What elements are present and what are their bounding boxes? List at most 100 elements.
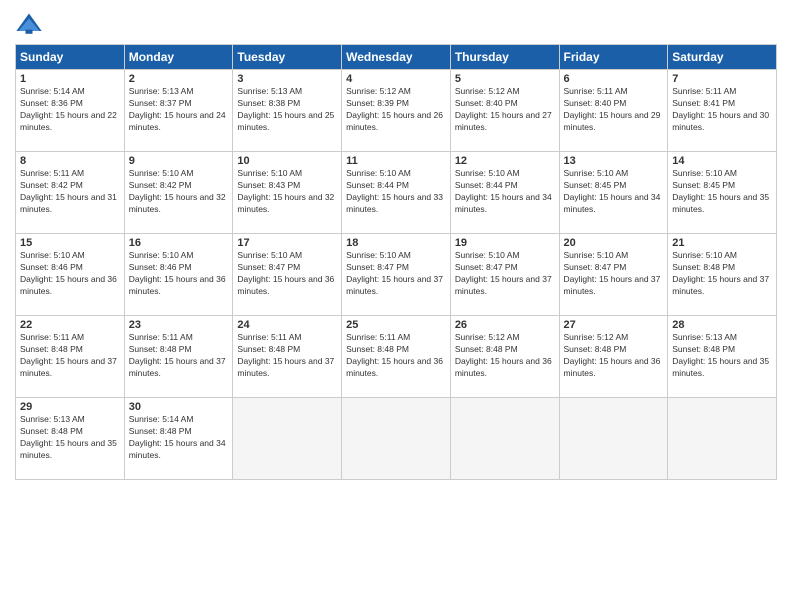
day-number: 30 bbox=[129, 401, 229, 413]
sunset-label: Sunset: 8:47 PM bbox=[346, 262, 409, 272]
sunrise-label: Sunrise: 5:10 AM bbox=[129, 168, 194, 178]
daylight-label: Daylight: 15 hours and 37 minutes. bbox=[129, 356, 226, 378]
day-cell: 23 Sunrise: 5:11 AM Sunset: 8:48 PM Dayl… bbox=[124, 316, 233, 398]
day-info: Sunrise: 5:10 AM Sunset: 8:43 PM Dayligh… bbox=[237, 168, 337, 216]
day-info: Sunrise: 5:12 AM Sunset: 8:48 PM Dayligh… bbox=[455, 332, 555, 380]
daylight-label: Daylight: 15 hours and 37 minutes. bbox=[20, 356, 117, 378]
page: SundayMondayTuesdayWednesdayThursdayFrid… bbox=[0, 0, 792, 490]
sunset-label: Sunset: 8:47 PM bbox=[455, 262, 518, 272]
sunset-label: Sunset: 8:48 PM bbox=[129, 426, 192, 436]
sunrise-label: Sunrise: 5:13 AM bbox=[672, 332, 737, 342]
day-info: Sunrise: 5:10 AM Sunset: 8:48 PM Dayligh… bbox=[672, 250, 772, 298]
day-info: Sunrise: 5:11 AM Sunset: 8:41 PM Dayligh… bbox=[672, 86, 772, 134]
sunset-label: Sunset: 8:45 PM bbox=[564, 180, 627, 190]
sunrise-label: Sunrise: 5:10 AM bbox=[346, 168, 411, 178]
sunrise-label: Sunrise: 5:11 AM bbox=[237, 332, 301, 342]
day-number: 2 bbox=[129, 73, 229, 85]
weekday-header-cell: Wednesday bbox=[342, 45, 451, 70]
daylight-label: Daylight: 15 hours and 36 minutes. bbox=[564, 356, 661, 378]
day-info: Sunrise: 5:12 AM Sunset: 8:48 PM Dayligh… bbox=[564, 332, 664, 380]
day-cell bbox=[559, 398, 668, 480]
sunset-label: Sunset: 8:42 PM bbox=[129, 180, 192, 190]
day-number: 23 bbox=[129, 319, 229, 331]
day-cell: 29 Sunrise: 5:13 AM Sunset: 8:48 PM Dayl… bbox=[16, 398, 125, 480]
sunset-label: Sunset: 8:38 PM bbox=[237, 98, 300, 108]
sunrise-label: Sunrise: 5:11 AM bbox=[129, 332, 193, 342]
day-cell: 27 Sunrise: 5:12 AM Sunset: 8:48 PM Dayl… bbox=[559, 316, 668, 398]
sunset-label: Sunset: 8:44 PM bbox=[346, 180, 409, 190]
weekday-header-cell: Sunday bbox=[16, 45, 125, 70]
day-number: 6 bbox=[564, 73, 664, 85]
daylight-label: Daylight: 15 hours and 36 minutes. bbox=[237, 274, 334, 296]
day-cell: 6 Sunrise: 5:11 AM Sunset: 8:40 PM Dayli… bbox=[559, 70, 668, 152]
sunrise-label: Sunrise: 5:11 AM bbox=[20, 168, 84, 178]
day-number: 11 bbox=[346, 155, 446, 167]
day-info: Sunrise: 5:10 AM Sunset: 8:47 PM Dayligh… bbox=[346, 250, 446, 298]
day-info: Sunrise: 5:10 AM Sunset: 8:47 PM Dayligh… bbox=[455, 250, 555, 298]
weekday-header-cell: Tuesday bbox=[233, 45, 342, 70]
daylight-label: Daylight: 15 hours and 37 minutes. bbox=[346, 274, 443, 296]
day-number: 24 bbox=[237, 319, 337, 331]
sunrise-label: Sunrise: 5:10 AM bbox=[564, 168, 629, 178]
day-number: 25 bbox=[346, 319, 446, 331]
day-info: Sunrise: 5:11 AM Sunset: 8:48 PM Dayligh… bbox=[237, 332, 337, 380]
day-cell: 13 Sunrise: 5:10 AM Sunset: 8:45 PM Dayl… bbox=[559, 152, 668, 234]
sunrise-label: Sunrise: 5:13 AM bbox=[237, 86, 302, 96]
sunset-label: Sunset: 8:48 PM bbox=[346, 344, 409, 354]
day-info: Sunrise: 5:13 AM Sunset: 8:48 PM Dayligh… bbox=[20, 414, 120, 462]
sunset-label: Sunset: 8:47 PM bbox=[564, 262, 627, 272]
daylight-label: Daylight: 15 hours and 37 minutes. bbox=[455, 274, 552, 296]
day-cell bbox=[233, 398, 342, 480]
daylight-label: Daylight: 15 hours and 34 minutes. bbox=[564, 192, 661, 214]
day-number: 1 bbox=[20, 73, 120, 85]
day-info: Sunrise: 5:14 AM Sunset: 8:36 PM Dayligh… bbox=[20, 86, 120, 134]
day-number: 26 bbox=[455, 319, 555, 331]
day-cell: 1 Sunrise: 5:14 AM Sunset: 8:36 PM Dayli… bbox=[16, 70, 125, 152]
sunset-label: Sunset: 8:43 PM bbox=[237, 180, 300, 190]
sunset-label: Sunset: 8:41 PM bbox=[672, 98, 735, 108]
sunset-label: Sunset: 8:48 PM bbox=[672, 344, 735, 354]
daylight-label: Daylight: 15 hours and 34 minutes. bbox=[455, 192, 552, 214]
day-info: Sunrise: 5:10 AM Sunset: 8:47 PM Dayligh… bbox=[564, 250, 664, 298]
daylight-label: Daylight: 15 hours and 33 minutes. bbox=[346, 192, 443, 214]
logo-icon bbox=[15, 10, 43, 38]
weekday-header-cell: Monday bbox=[124, 45, 233, 70]
day-info: Sunrise: 5:10 AM Sunset: 8:45 PM Dayligh… bbox=[672, 168, 772, 216]
sunset-label: Sunset: 8:40 PM bbox=[564, 98, 627, 108]
day-info: Sunrise: 5:10 AM Sunset: 8:44 PM Dayligh… bbox=[455, 168, 555, 216]
sunset-label: Sunset: 8:48 PM bbox=[564, 344, 627, 354]
day-cell: 11 Sunrise: 5:10 AM Sunset: 8:44 PM Dayl… bbox=[342, 152, 451, 234]
day-info: Sunrise: 5:10 AM Sunset: 8:42 PM Dayligh… bbox=[129, 168, 229, 216]
daylight-label: Daylight: 15 hours and 26 minutes. bbox=[346, 110, 443, 132]
sunrise-label: Sunrise: 5:13 AM bbox=[129, 86, 194, 96]
sunrise-label: Sunrise: 5:12 AM bbox=[346, 86, 411, 96]
day-cell: 22 Sunrise: 5:11 AM Sunset: 8:48 PM Dayl… bbox=[16, 316, 125, 398]
sunrise-label: Sunrise: 5:11 AM bbox=[564, 86, 628, 96]
daylight-label: Daylight: 15 hours and 30 minutes. bbox=[672, 110, 769, 132]
weekday-header-row: SundayMondayTuesdayWednesdayThursdayFrid… bbox=[16, 45, 777, 70]
day-cell: 24 Sunrise: 5:11 AM Sunset: 8:48 PM Dayl… bbox=[233, 316, 342, 398]
sunset-label: Sunset: 8:48 PM bbox=[237, 344, 300, 354]
day-number: 3 bbox=[237, 73, 337, 85]
day-cell: 10 Sunrise: 5:10 AM Sunset: 8:43 PM Dayl… bbox=[233, 152, 342, 234]
table-row: 15 Sunrise: 5:10 AM Sunset: 8:46 PM Dayl… bbox=[16, 234, 777, 316]
day-cell: 21 Sunrise: 5:10 AM Sunset: 8:48 PM Dayl… bbox=[668, 234, 777, 316]
sunrise-label: Sunrise: 5:10 AM bbox=[346, 250, 411, 260]
day-number: 13 bbox=[564, 155, 664, 167]
daylight-label: Daylight: 15 hours and 36 minutes. bbox=[20, 274, 117, 296]
day-info: Sunrise: 5:12 AM Sunset: 8:40 PM Dayligh… bbox=[455, 86, 555, 134]
daylight-label: Daylight: 15 hours and 35 minutes. bbox=[20, 438, 117, 460]
sunrise-label: Sunrise: 5:10 AM bbox=[672, 168, 737, 178]
sunrise-label: Sunrise: 5:10 AM bbox=[129, 250, 194, 260]
daylight-label: Daylight: 15 hours and 32 minutes. bbox=[129, 192, 226, 214]
sunrise-label: Sunrise: 5:12 AM bbox=[455, 332, 520, 342]
sunrise-label: Sunrise: 5:10 AM bbox=[237, 168, 302, 178]
day-number: 22 bbox=[20, 319, 120, 331]
sunrise-label: Sunrise: 5:11 AM bbox=[672, 86, 736, 96]
day-info: Sunrise: 5:13 AM Sunset: 8:48 PM Dayligh… bbox=[672, 332, 772, 380]
day-number: 16 bbox=[129, 237, 229, 249]
sunrise-label: Sunrise: 5:14 AM bbox=[129, 414, 194, 424]
sunrise-label: Sunrise: 5:10 AM bbox=[455, 168, 520, 178]
sunset-label: Sunset: 8:48 PM bbox=[129, 344, 192, 354]
weekday-header-cell: Thursday bbox=[450, 45, 559, 70]
